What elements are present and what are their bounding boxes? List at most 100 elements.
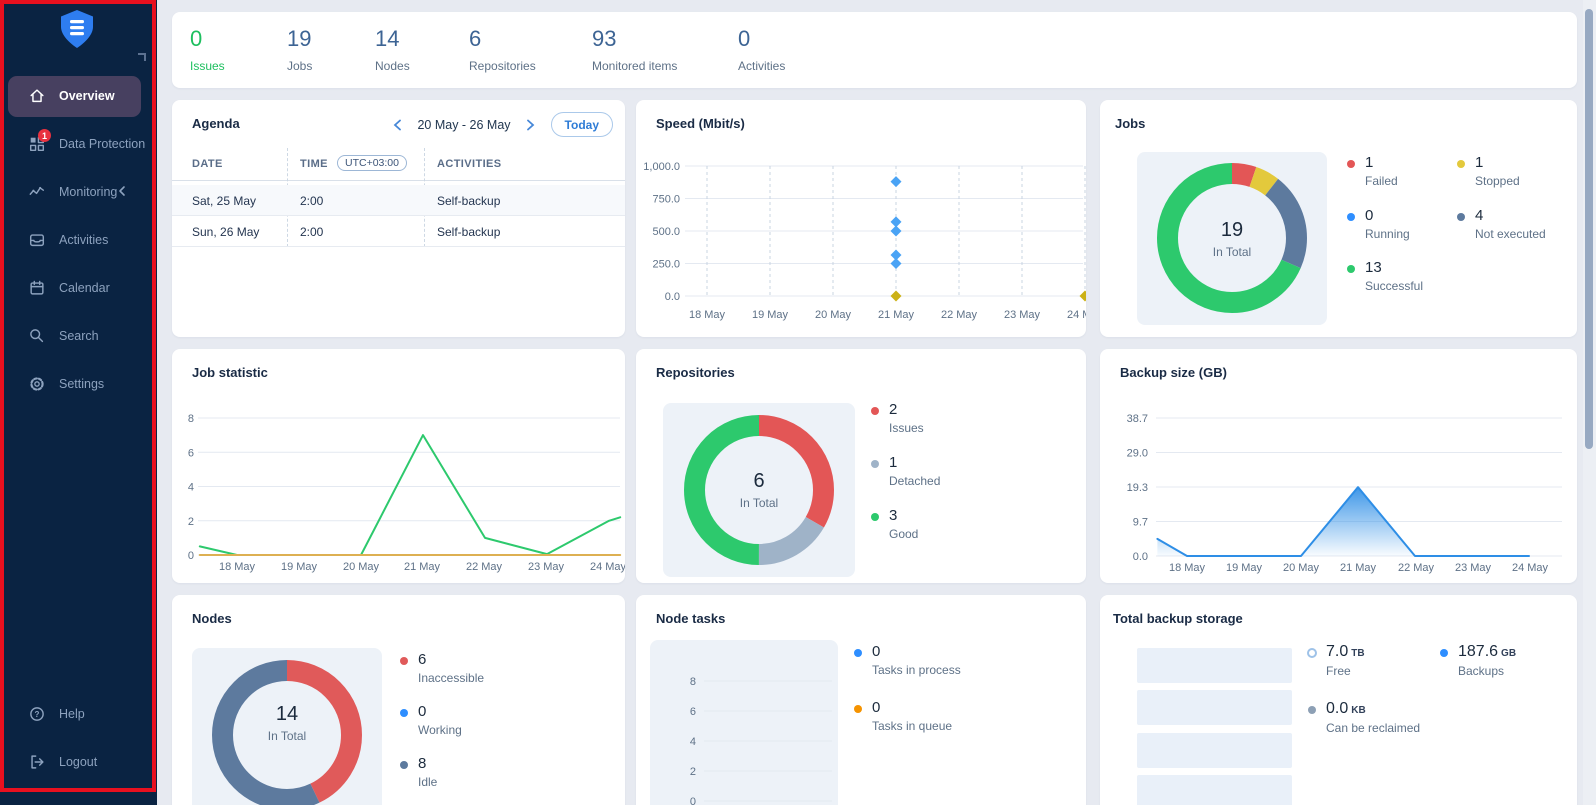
nodes-donut-chart — [212, 660, 362, 805]
stat-label: Nodes — [375, 59, 410, 73]
sidebar-item-logout[interactable]: Logout — [0, 738, 157, 786]
sidebar-item-overview[interactable]: Overview — [0, 72, 157, 120]
sidebar-item-data-protection[interactable]: 1 Data Protection — [0, 120, 157, 168]
sidebar-item-calendar[interactable]: Calendar — [0, 264, 157, 312]
today-button[interactable]: Today — [551, 112, 613, 137]
legend-dot — [854, 649, 862, 657]
column-header-date: DATE — [192, 158, 223, 170]
legend-item: 2Issues — [871, 401, 924, 435]
calendar-icon — [28, 279, 46, 297]
data-protection-alert-badge: 1 — [38, 129, 51, 142]
sidebar-item-settings[interactable]: Settings — [0, 360, 157, 408]
svg-text:19 May: 19 May — [1226, 562, 1263, 574]
sidebar-item-monitoring[interactable]: Monitoring — [0, 168, 157, 216]
legend-item: 0Working — [400, 703, 462, 737]
node-tasks-chart: 02468 — [650, 640, 838, 805]
gear-icon — [28, 375, 46, 393]
speed-chart-card: Speed (Mbit/s) 0.0250.0500.0750.01,000.0… — [636, 100, 1086, 337]
donut-panel: 19 In Total — [1137, 152, 1327, 325]
card-title: Total backup storage — [1113, 611, 1243, 626]
sidebar-resize-corner-icon[interactable] — [138, 53, 146, 61]
legend-item: 0Tasks in queue — [854, 699, 952, 733]
scrollbar-thumb[interactable] — [1585, 9, 1593, 449]
legend-item: 6Inaccessible — [400, 651, 484, 685]
agenda-activity: Self-backup — [437, 194, 500, 208]
stat-label: Activities — [738, 59, 785, 73]
svg-text:18 May: 18 May — [1169, 562, 1206, 574]
legend-dot — [1347, 265, 1355, 273]
sidebar-item-label: Activities — [59, 233, 108, 247]
stat-monitored-items[interactable]: 93 Monitored items — [592, 26, 677, 73]
stat-jobs[interactable]: 19 Jobs — [287, 26, 312, 73]
repositories-donut-chart — [684, 415, 834, 565]
card-title: Nodes — [192, 611, 232, 626]
stat-activities[interactable]: 0 Activities — [738, 26, 785, 73]
svg-text:23 May: 23 May — [1455, 562, 1492, 574]
header-divider — [172, 180, 625, 181]
scrollbar-track — [1583, 0, 1596, 805]
stat-repositories[interactable]: 6 Repositories — [469, 26, 536, 73]
svg-text:4: 4 — [188, 482, 194, 494]
backup-size-area-chart: 0.09.719.329.038.718 May19 May20 May21 M… — [1100, 349, 1577, 583]
storage-block — [1137, 690, 1292, 725]
legend-item: 13Successful — [1347, 259, 1423, 293]
storage-block — [1137, 733, 1292, 768]
legend-dot — [871, 513, 879, 521]
svg-text:24 May: 24 May — [1512, 562, 1549, 574]
sidebar-item-search[interactable]: Search — [0, 312, 157, 360]
storage-block — [1137, 648, 1292, 683]
svg-text:6: 6 — [188, 447, 194, 459]
svg-text:0.0: 0.0 — [1133, 551, 1148, 563]
data-protection-grid-icon: 1 — [28, 135, 46, 153]
stat-label: Monitored items — [592, 59, 677, 73]
legend-item: 0Running — [1347, 207, 1410, 241]
search-icon — [28, 327, 46, 345]
agenda-time: 2:00 — [300, 225, 323, 239]
svg-text:38.7: 38.7 — [1127, 413, 1148, 425]
svg-text:21 May: 21 May — [1340, 562, 1377, 574]
agenda-activity: Self-backup — [437, 225, 500, 239]
svg-text:24 May: 24 May — [590, 561, 625, 573]
card-title: Repositories — [656, 365, 735, 380]
svg-text:23 May: 23 May — [528, 561, 565, 573]
svg-text:22 May: 22 May — [466, 561, 503, 573]
stat-value: 6 — [469, 26, 536, 52]
sidebar-item-label: Logout — [59, 755, 97, 769]
svg-text:0.0: 0.0 — [665, 291, 680, 303]
svg-text:18 May: 18 May — [689, 309, 726, 321]
next-week-chevron-icon[interactable] — [524, 118, 538, 132]
svg-text:2: 2 — [188, 516, 194, 528]
inbox-icon — [28, 231, 46, 249]
card-title: Jobs — [1115, 116, 1145, 131]
chevron-left-icon[interactable] — [117, 185, 127, 200]
sidebar-item-label: Settings — [59, 377, 104, 391]
svg-text:29.0: 29.0 — [1127, 448, 1148, 460]
column-header-activities: ACTIVITIES — [437, 158, 502, 170]
agenda-card: Agenda 20 May - 26 May Today DATE TIME U… — [172, 100, 625, 337]
monitoring-pulse-icon — [28, 183, 46, 201]
donut-panel: 14 In Total — [192, 648, 382, 805]
svg-text:21 May: 21 May — [404, 561, 441, 573]
legend-item: 187.6GB Backups — [1440, 643, 1516, 678]
date-range-label[interactable]: 20 May - 26 May — [417, 118, 510, 132]
legend-dot — [400, 657, 408, 665]
svg-text:19.3: 19.3 — [1127, 482, 1148, 494]
svg-text:0: 0 — [188, 550, 194, 562]
stat-value: 0 — [190, 26, 225, 52]
svg-text:19 May: 19 May — [281, 561, 318, 573]
agenda-row[interactable]: Sun, 26 May 2:00 Self-backup — [172, 216, 625, 247]
job-statistic-card: Job statistic 0246818 May19 May20 May21 … — [172, 349, 625, 583]
sidebar-item-label: Help — [59, 707, 85, 721]
sidebar-item-activities[interactable]: Activities — [0, 216, 157, 264]
home-icon — [28, 87, 46, 105]
prev-week-chevron-icon[interactable] — [390, 118, 404, 132]
sidebar-item-help[interactable]: ? Help — [0, 690, 157, 738]
svg-text:22 May: 22 May — [1398, 562, 1435, 574]
svg-text:250.0: 250.0 — [652, 259, 680, 271]
nodes-card: Nodes 14 In Total 6Inaccessible 0Working… — [172, 595, 625, 805]
agenda-row[interactable]: Sat, 25 May 2:00 Self-backup — [172, 185, 625, 216]
stat-nodes[interactable]: 14 Nodes — [375, 26, 410, 73]
stat-issues[interactable]: 0 Issues — [190, 26, 225, 73]
legend-dot — [871, 460, 879, 468]
column-header-time: TIME — [300, 158, 328, 170]
